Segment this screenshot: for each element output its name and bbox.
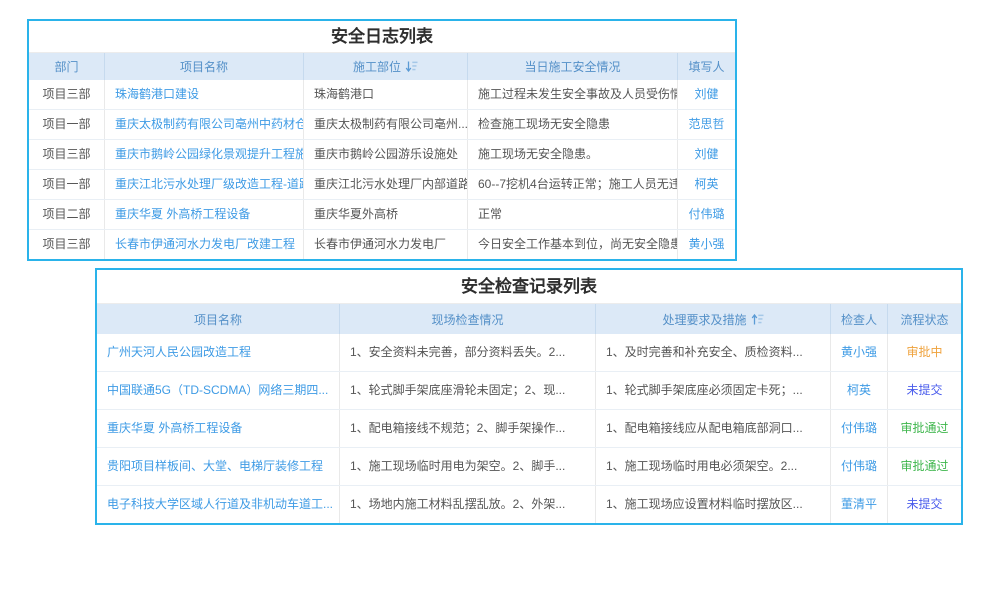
column-header-inspector: 检查人 — [831, 304, 888, 334]
column-header-department: 部门 — [29, 53, 105, 80]
location-cell: 长春市伊通河水力发电厂 — [304, 230, 468, 259]
writer-link[interactable]: 刘健 — [678, 140, 735, 169]
safety-check-title: 安全检查记录列表 — [97, 270, 961, 304]
column-header-measures[interactable]: 处理要求及措施 — [596, 304, 831, 334]
writer-link[interactable]: 柯英 — [678, 170, 735, 199]
department-cell: 项目一部 — [29, 170, 105, 199]
project-link[interactable]: 重庆华夏 外高桥工程设备 — [97, 410, 340, 447]
location-cell: 重庆市鹅岭公园游乐设施处 — [304, 140, 468, 169]
table-row: 中国联通5G（TD-SCDMA）网络三期四... 1、轮式脚手架底座滑轮未固定；… — [97, 372, 961, 410]
writer-link[interactable]: 范思哲 — [678, 110, 735, 139]
project-link[interactable]: 广州天河人民公园改造工程 — [97, 334, 340, 371]
department-cell: 项目三部 — [29, 140, 105, 169]
project-link[interactable]: 电子科技大学区域人行道及非机动车道工... — [97, 486, 340, 523]
project-link[interactable]: 长春市伊通河水力发电厂改建工程 — [105, 230, 304, 259]
safety-log-header-row: 部门 项目名称 施工部位 当日施工安全情况 填写人 — [29, 53, 735, 80]
situation-cell: 正常 — [468, 200, 678, 229]
status-badge: 审批通过 — [888, 448, 961, 485]
measures-cell: 1、施工现场应设置材料临时摆放区... — [596, 486, 831, 523]
column-header-project-name: 项目名称 — [105, 53, 304, 80]
inspector-link[interactable]: 柯英 — [831, 372, 888, 409]
location-cell: 重庆太极制药有限公司亳州... — [304, 110, 468, 139]
inspector-link[interactable]: 付伟璐 — [831, 448, 888, 485]
column-header-construction-part[interactable]: 施工部位 — [304, 53, 468, 80]
project-link[interactable]: 重庆市鹅岭公园绿化景观提升工程施工 — [105, 140, 304, 169]
situation-cell: 检查施工现场无安全隐患 — [468, 110, 678, 139]
status-badge: 审批通过 — [888, 410, 961, 447]
writer-link[interactable]: 刘健 — [678, 80, 735, 109]
table-row: 电子科技大学区域人行道及非机动车道工... 1、场地内施工材料乱摆乱放。2、外架… — [97, 486, 961, 523]
project-link[interactable]: 贵阳项目样板间、大堂、电梯厅装修工程 — [97, 448, 340, 485]
situation-cell: 施工过程未发生安全事故及人员受伤情况 — [468, 80, 678, 109]
inspection-cell: 1、配电箱接线不规范；2、脚手架操作... — [340, 410, 596, 447]
inspection-cell: 1、施工现场临时用电为架空。2、脚手... — [340, 448, 596, 485]
column-header-site-inspection: 现场检查情况 — [340, 304, 596, 334]
table-row: 项目二部 重庆华夏 外高桥工程设备 重庆华夏外高桥 正常 付伟璐 — [29, 200, 735, 230]
sort-ascending-icon[interactable] — [751, 313, 764, 326]
project-link[interactable]: 中国联通5G（TD-SCDMA）网络三期四... — [97, 372, 340, 409]
inspector-link[interactable]: 董清平 — [831, 486, 888, 523]
situation-cell: 60--7挖机4台运转正常；施工人员无违... — [468, 170, 678, 199]
column-header-project-name: 项目名称 — [97, 304, 340, 334]
measures-cell: 1、配电箱接线应从配电箱底部洞口... — [596, 410, 831, 447]
table-row: 项目一部 重庆江北污水处理厂级改造工程-道路... 重庆江北污水处理厂内部道路 … — [29, 170, 735, 200]
writer-link[interactable]: 付伟璐 — [678, 200, 735, 229]
location-cell: 重庆华夏外高桥 — [304, 200, 468, 229]
department-cell: 项目三部 — [29, 80, 105, 109]
project-link[interactable]: 珠海鹤港口建设 — [105, 80, 304, 109]
safety-log-title: 安全日志列表 — [29, 21, 735, 53]
measures-cell: 1、及时完善和补充安全、质检资料... — [596, 334, 831, 371]
inspector-link[interactable]: 付伟璐 — [831, 410, 888, 447]
measures-cell: 1、轮式脚手架底座必须固定卡死；... — [596, 372, 831, 409]
inspection-cell: 1、轮式脚手架底座滑轮未固定；2、现... — [340, 372, 596, 409]
status-badge: 审批中 — [888, 334, 961, 371]
column-header-process-status: 流程状态 — [888, 304, 961, 334]
table-row: 项目一部 重庆太极制药有限公司亳州中药材仓... 重庆太极制药有限公司亳州...… — [29, 110, 735, 140]
inspector-link[interactable]: 黄小强 — [831, 334, 888, 371]
department-cell: 项目一部 — [29, 110, 105, 139]
location-cell: 珠海鹤港口 — [304, 80, 468, 109]
situation-cell: 今日安全工作基本到位，尚无安全隐患... — [468, 230, 678, 259]
safety-check-table: 安全检查记录列表 项目名称 现场检查情况 处理要求及措施 检查人 流程状态 广州… — [95, 268, 963, 525]
table-row: 重庆华夏 外高桥工程设备 1、配电箱接线不规范；2、脚手架操作... 1、配电箱… — [97, 410, 961, 448]
project-link[interactable]: 重庆太极制药有限公司亳州中药材仓... — [105, 110, 304, 139]
table-row: 项目三部 长春市伊通河水力发电厂改建工程 长春市伊通河水力发电厂 今日安全工作基… — [29, 230, 735, 259]
safety-check-header-row: 项目名称 现场检查情况 处理要求及措施 检查人 流程状态 — [97, 304, 961, 334]
status-badge: 未提交 — [888, 372, 961, 409]
project-link[interactable]: 重庆华夏 外高桥工程设备 — [105, 200, 304, 229]
sort-descending-icon[interactable] — [405, 60, 418, 73]
location-cell: 重庆江北污水处理厂内部道路 — [304, 170, 468, 199]
safety-log-table: 安全日志列表 部门 项目名称 施工部位 当日施工安全情况 填写人 项目三部 珠海… — [27, 19, 737, 261]
situation-cell: 施工现场无安全隐患。 — [468, 140, 678, 169]
inspection-cell: 1、安全资料未完善，部分资料丢失。2... — [340, 334, 596, 371]
department-cell: 项目二部 — [29, 200, 105, 229]
department-cell: 项目三部 — [29, 230, 105, 259]
table-row: 广州天河人民公园改造工程 1、安全资料未完善，部分资料丢失。2... 1、及时完… — [97, 334, 961, 372]
measures-cell: 1、施工现场临时用电必须架空。2... — [596, 448, 831, 485]
column-header-daily-safety: 当日施工安全情况 — [468, 53, 678, 80]
table-row: 项目三部 珠海鹤港口建设 珠海鹤港口 施工过程未发生安全事故及人员受伤情况 刘健 — [29, 80, 735, 110]
status-badge: 未提交 — [888, 486, 961, 523]
writer-link[interactable]: 黄小强 — [678, 230, 735, 259]
inspection-cell: 1、场地内施工材料乱摆乱放。2、外架... — [340, 486, 596, 523]
column-header-writer: 填写人 — [678, 53, 735, 80]
table-row: 贵阳项目样板间、大堂、电梯厅装修工程 1、施工现场临时用电为架空。2、脚手...… — [97, 448, 961, 486]
table-row: 项目三部 重庆市鹅岭公园绿化景观提升工程施工 重庆市鹅岭公园游乐设施处 施工现场… — [29, 140, 735, 170]
project-link[interactable]: 重庆江北污水处理厂级改造工程-道路... — [105, 170, 304, 199]
